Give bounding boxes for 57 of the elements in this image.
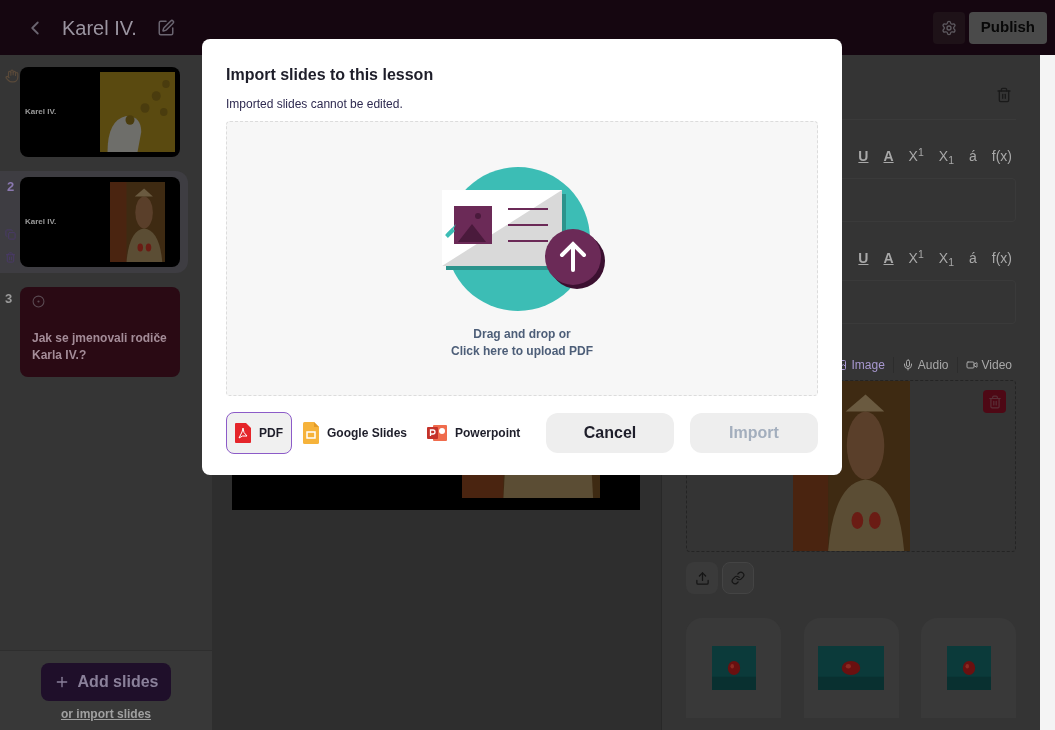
slides-file-icon xyxy=(303,422,319,444)
dropzone-text: Drag and drop or Click here to upload PDF xyxy=(451,326,593,360)
slide-title: Karel IV. xyxy=(25,106,57,118)
settings-button[interactable] xyxy=(932,11,965,44)
format-button[interactable]: f(x) xyxy=(991,248,1012,268)
hand-icon xyxy=(5,69,19,83)
format-button[interactable]: á xyxy=(969,248,977,268)
delete-icon xyxy=(5,251,16,263)
link-icon xyxy=(731,571,745,585)
media-tab[interactable]: Audio xyxy=(901,356,949,374)
presentation-file-icon xyxy=(427,424,447,442)
format-button[interactable]: X$^{1}$ xyxy=(908,146,924,166)
slide-thumbnail[interactable]: Karel IV. xyxy=(20,177,180,267)
source-option[interactable]: Powerpoint xyxy=(418,412,530,454)
slide-title: Karel IV. xyxy=(25,216,57,228)
slide-thumbnail[interactable]: Karel IV. xyxy=(20,67,180,157)
slide-thumbnail[interactable]: Jak se jmenovali rodiče Karla IV.? xyxy=(20,287,180,377)
edit-icon xyxy=(156,18,175,37)
audio-icon xyxy=(901,359,914,371)
upload-icon xyxy=(694,570,710,586)
lesson-title: Karel IV. xyxy=(62,15,137,41)
pdf-file-icon xyxy=(235,423,251,443)
source-option[interactable]: Google Slides xyxy=(294,412,416,454)
edit-title-button[interactable] xyxy=(156,18,175,37)
media-tab[interactable]: Video xyxy=(965,356,1012,374)
crop-option[interactable] xyxy=(803,618,899,718)
dialog-title: Import slides to this lesson xyxy=(226,65,435,85)
format-button[interactable]: U xyxy=(858,146,869,166)
crop-option[interactable] xyxy=(921,618,1016,718)
file-dropzone[interactable]: Drag and drop or Click here to upload PDF xyxy=(226,121,818,396)
slide-question: Jak se jmenovali rodiče Karla IV.? xyxy=(32,330,168,364)
dialog-subtitle: Imported slides cannot be edited. xyxy=(226,96,404,113)
crop-option[interactable] xyxy=(686,618,781,718)
format-button[interactable]: A xyxy=(883,146,894,166)
video-icon xyxy=(965,359,978,371)
target-icon xyxy=(32,295,45,308)
duplicate-icon xyxy=(5,228,16,240)
trash-icon xyxy=(996,87,1012,103)
link-button[interactable] xyxy=(722,562,754,594)
import-slides-link[interactable]: or import slides xyxy=(61,705,151,723)
format-button[interactable]: f(x) xyxy=(991,146,1012,166)
remove-image-button[interactable] xyxy=(983,390,1006,413)
slide-number: 3 xyxy=(5,290,13,308)
source-option[interactable]: PDF xyxy=(226,412,292,454)
upload-button[interactable] xyxy=(686,562,718,594)
format-button[interactable]: X$_{1}$ xyxy=(938,248,954,268)
format-button[interactable]: U xyxy=(858,248,869,268)
format-button[interactable]: X$^{1}$ xyxy=(908,248,924,268)
format-button[interactable]: á xyxy=(969,146,977,166)
format-button[interactable]: X$_{1}$ xyxy=(938,146,954,166)
settings-icon xyxy=(940,19,957,36)
format-button[interactable]: A xyxy=(883,248,894,268)
cancel-button[interactable]: Cancel xyxy=(546,413,674,453)
slide-number: 2 xyxy=(6,178,15,196)
trash-icon xyxy=(987,394,1002,409)
add-slides-button[interactable]: Add slides xyxy=(41,663,171,701)
delete-button[interactable] xyxy=(996,87,1012,103)
